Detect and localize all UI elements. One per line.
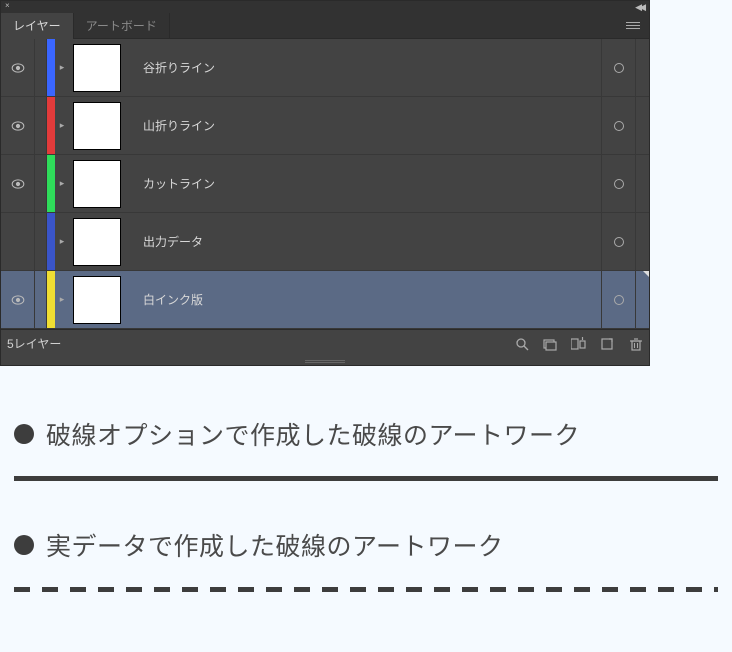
selection-indicator[interactable] <box>635 39 649 96</box>
layer-list: ▸ 谷折りライン ▸ 山折りライン ▸ カットライン ▸ 出力データ ▸ 白インク版 <box>1 39 649 329</box>
search-icon[interactable] <box>515 337 529 351</box>
expand-arrow-icon[interactable]: ▸ <box>55 213 69 270</box>
layer-color <box>47 271 55 328</box>
dashed-stroke-sample <box>14 587 718 592</box>
bullet-icon <box>14 535 34 555</box>
notes-section: 破線オプションで作成した破線のアートワーク <box>0 366 732 452</box>
locate-layer-icon[interactable] <box>543 337 557 351</box>
note-2: 実データで作成した破線のアートワーク <box>14 527 718 563</box>
collapse-icon[interactable]: ◀◀ <box>635 2 643 13</box>
lock-toggle[interactable] <box>35 39 47 96</box>
visibility-toggle[interactable] <box>1 97 35 154</box>
layer-name[interactable]: 谷折りライン <box>125 59 601 76</box>
visibility-toggle[interactable] <box>1 271 35 328</box>
note-2-text: 実データで作成した破線のアートワーク <box>46 527 504 563</box>
layer-thumbnail <box>73 276 121 324</box>
new-sublayer-icon[interactable] <box>571 337 587 351</box>
new-layer-icon[interactable] <box>601 337 615 351</box>
layer-name[interactable]: カットライン <box>125 175 601 192</box>
layer-row[interactable]: ▸ 山折りライン <box>1 97 649 155</box>
visibility-toggle[interactable] <box>1 155 35 212</box>
resize-grabber[interactable] <box>1 357 649 365</box>
expand-arrow-icon[interactable]: ▸ <box>55 155 69 212</box>
selection-indicator[interactable] <box>635 213 649 270</box>
layer-row[interactable]: ▸ 白インク版 <box>1 271 649 329</box>
layer-row[interactable]: ▸ カットライン <box>1 155 649 213</box>
lock-toggle[interactable] <box>35 213 47 270</box>
visibility-toggle[interactable] <box>1 39 35 96</box>
expand-arrow-icon[interactable]: ▸ <box>55 271 69 328</box>
panel-titlebar: × ◀◀ <box>1 1 649 13</box>
layer-color <box>47 213 55 270</box>
layer-row[interactable]: ▸ 谷折りライン <box>1 39 649 97</box>
tab-layers[interactable]: レイヤー <box>1 13 74 39</box>
target-icon[interactable] <box>601 97 635 154</box>
layer-row[interactable]: ▸ 出力データ <box>1 213 649 271</box>
solid-stroke-sample <box>14 476 718 481</box>
bullet-icon <box>14 424 34 444</box>
layer-count: 5レイヤー <box>7 335 515 352</box>
target-icon[interactable] <box>601 155 635 212</box>
close-icon[interactable]: × <box>5 2 10 10</box>
lock-toggle[interactable] <box>35 271 47 328</box>
note-1-text: 破線オプションで作成した破線のアートワーク <box>46 416 580 452</box>
visibility-toggle[interactable] <box>1 213 35 270</box>
layer-name[interactable]: 出力データ <box>125 233 601 250</box>
layer-thumbnail <box>73 160 121 208</box>
target-icon[interactable] <box>601 213 635 270</box>
selection-indicator[interactable] <box>635 271 649 328</box>
lock-toggle[interactable] <box>35 155 47 212</box>
expand-arrow-icon[interactable]: ▸ <box>55 39 69 96</box>
layer-color <box>47 155 55 212</box>
selection-indicator[interactable] <box>635 155 649 212</box>
layer-thumbnail <box>73 44 121 92</box>
layer-name[interactable]: 山折りライン <box>125 117 601 134</box>
panel-footer: 5レイヤー <box>1 329 649 357</box>
panel-tabs: レイヤー アートボード <box>1 13 649 39</box>
expand-arrow-icon[interactable]: ▸ <box>55 97 69 154</box>
trash-icon[interactable] <box>629 337 643 351</box>
layer-color <box>47 97 55 154</box>
layer-name[interactable]: 白インク版 <box>125 291 601 308</box>
target-icon[interactable] <box>601 271 635 328</box>
lock-toggle[interactable] <box>35 97 47 154</box>
layer-thumbnail <box>73 218 121 266</box>
layer-color <box>47 39 55 96</box>
note-1: 破線オプションで作成した破線のアートワーク <box>14 416 718 452</box>
panel-menu-icon[interactable] <box>623 17 643 33</box>
selection-indicator[interactable] <box>635 97 649 154</box>
target-icon[interactable] <box>601 39 635 96</box>
tab-artboards[interactable]: アートボード <box>74 13 170 39</box>
layers-panel: × ◀◀ レイヤー アートボード ▸ 谷折りライン ▸ 山折りライン ▸ カットライン ▸ 出… <box>0 0 650 366</box>
layer-thumbnail <box>73 102 121 150</box>
footer-icons <box>515 337 643 351</box>
